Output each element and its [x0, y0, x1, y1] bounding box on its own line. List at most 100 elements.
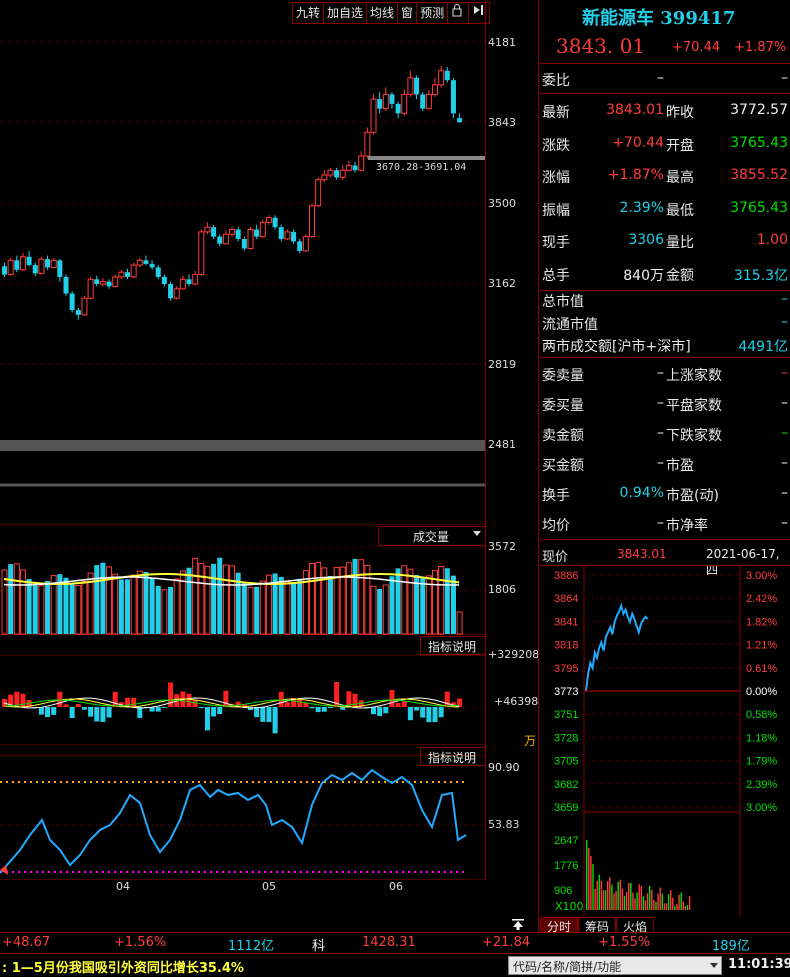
- candle-body: [118, 271, 125, 278]
- intraday-vol-bar: [632, 892, 634, 910]
- intraday-vol-bar: [680, 892, 682, 910]
- intraday-vol-bar: [661, 893, 663, 910]
- candle-body: [309, 205, 315, 238]
- candle-body: [7, 259, 14, 276]
- two-market-label: 两市成交额[沪市+深市]: [542, 339, 691, 355]
- intraday-vol-bar: [630, 882, 632, 910]
- candle-body: [334, 170, 340, 178]
- quote-row: 现手 3306 量比 1.00: [540, 225, 790, 258]
- indicator-chart-2[interactable]: [0, 755, 485, 880]
- toolbar-moving-average[interactable]: 均线: [367, 3, 399, 23]
- intraday-chart[interactable]: 3886 3.00% 3864 2.42% 3841 1.82% 3818 1.21% 3795…: [540, 565, 790, 917]
- stat-value: 0.94%: [619, 485, 664, 501]
- indicator1-bar: [377, 707, 383, 716]
- index-change-2: +21.84: [482, 935, 531, 950]
- intraday-right-label: 0.61%: [746, 663, 777, 675]
- candle-body: [315, 179, 322, 207]
- toolbar-window[interactable]: 窗: [398, 3, 418, 23]
- stock-title: 新能源车 399417: [582, 8, 736, 29]
- arrow-right-bar-icon[interactable]: [469, 3, 489, 23]
- chevron-down-icon: [473, 531, 481, 536]
- indicator1-help-button[interactable]: 指标说明: [420, 636, 486, 655]
- volume-bar: [63, 577, 69, 634]
- quote-right-value: 315.3亿: [733, 267, 788, 284]
- main-chart-area[interactable]: [0, 0, 485, 880]
- intraday-left-label: 3886: [554, 570, 578, 582]
- candle-body: [291, 231, 297, 242]
- candle-body: [155, 267, 161, 277]
- intraday-current-label: 现价: [542, 550, 569, 565]
- candle-body: [352, 165, 358, 171]
- indicator1-bar: [426, 707, 432, 723]
- candle-body: [327, 169, 334, 176]
- candle-body: [401, 93, 408, 114]
- candle-body: [254, 229, 260, 237]
- indicator1-bar: [75, 704, 81, 707]
- candle-body: [125, 272, 130, 277]
- kline-chart[interactable]: [0, 0, 485, 525]
- candle-body: [235, 229, 241, 239]
- stat-label: 委买量: [542, 398, 584, 414]
- intraday-right-label: 0.58%: [746, 709, 777, 721]
- indicator1-bar: [371, 707, 376, 715]
- indicator1-label-mid: +46398: [494, 695, 539, 708]
- candle-body: [432, 84, 438, 95]
- range-label: 3670.28-3691.04: [376, 162, 467, 173]
- intraday-left-label: 3751: [554, 709, 578, 721]
- toolbar-jiuzhuan[interactable]: 九转: [293, 3, 325, 23]
- intraday-vol-bar: [653, 899, 655, 910]
- indicator2-title: 指标说明: [428, 751, 477, 765]
- volume-bar: [315, 561, 322, 635]
- stat-right-label: 市净率: [666, 518, 708, 534]
- quote-right-value: 3772.57: [730, 102, 788, 118]
- stat-right-label: 市盈(动): [666, 488, 719, 504]
- intraday-left-label: 3841: [554, 616, 578, 628]
- volume-bar: [297, 578, 303, 634]
- indicator1-bar: [414, 707, 420, 711]
- volume-bar: [69, 583, 75, 634]
- quote-label: 总手: [542, 267, 570, 284]
- pin-up-icon[interactable]: [508, 917, 528, 932]
- volume-bar: [168, 586, 174, 634]
- chevron-down-icon[interactable]: [710, 963, 718, 968]
- quote-row: 最新 3843.01 昨收 3772.57: [540, 95, 790, 128]
- indicator1-bar: [38, 707, 44, 715]
- quote-change: +70.44: [672, 40, 721, 55]
- intraday-vol-bar: [611, 884, 613, 910]
- candle-body: [284, 231, 291, 240]
- candle-body: [259, 221, 266, 238]
- volume-bar: [13, 563, 20, 635]
- candle-body: [272, 217, 278, 228]
- toolbar-forecast[interactable]: 预测: [417, 3, 449, 23]
- indicator1-bar: [420, 707, 426, 718]
- candle-body: [81, 297, 88, 316]
- lock-icon[interactable]: [448, 3, 470, 23]
- command-input-box[interactable]: 代码/名称/简拼/功能: [508, 956, 722, 975]
- candle-body: [450, 80, 456, 114]
- quote-right-label: 最低: [666, 202, 694, 219]
- indicator1-bar: [106, 707, 112, 718]
- index-name-ke[interactable]: 科: [312, 935, 325, 954]
- candle-body: [198, 231, 205, 276]
- indicator1-bar: [284, 702, 290, 707]
- intraday-vol-bar: [684, 906, 687, 910]
- market-cap-row: 总市值 –: [540, 288, 790, 310]
- market-cap-value: –: [781, 291, 788, 307]
- volume-bar: [309, 563, 315, 635]
- volume-title-button[interactable]: 成交量: [378, 526, 486, 546]
- intraday-vol-bar: [617, 881, 619, 910]
- indicator-chart-1[interactable]: [0, 655, 485, 745]
- indicator2-help-button[interactable]: 指标说明: [420, 747, 486, 766]
- intraday-current-value: 3843.01: [617, 547, 667, 561]
- float-cap-value: –: [781, 314, 788, 330]
- indicator1-bar: [444, 691, 450, 707]
- candle-body: [173, 288, 180, 299]
- news-ticker-text[interactable]: : 1—5月份我国吸引外资同比增长35.4%: [2, 957, 244, 976]
- toolbar-add-watchlist[interactable]: 加自选: [324, 3, 368, 23]
- stat-row: 换手 0.94% 市盈(动) –: [540, 478, 790, 508]
- intraday-tabs: 分时 筹码 火焰: [540, 917, 790, 935]
- candle-body: [50, 259, 57, 268]
- x-axis-06: 06: [389, 880, 403, 893]
- intraday-vol-bar: [609, 877, 611, 910]
- quote-label: 涨幅: [542, 170, 570, 186]
